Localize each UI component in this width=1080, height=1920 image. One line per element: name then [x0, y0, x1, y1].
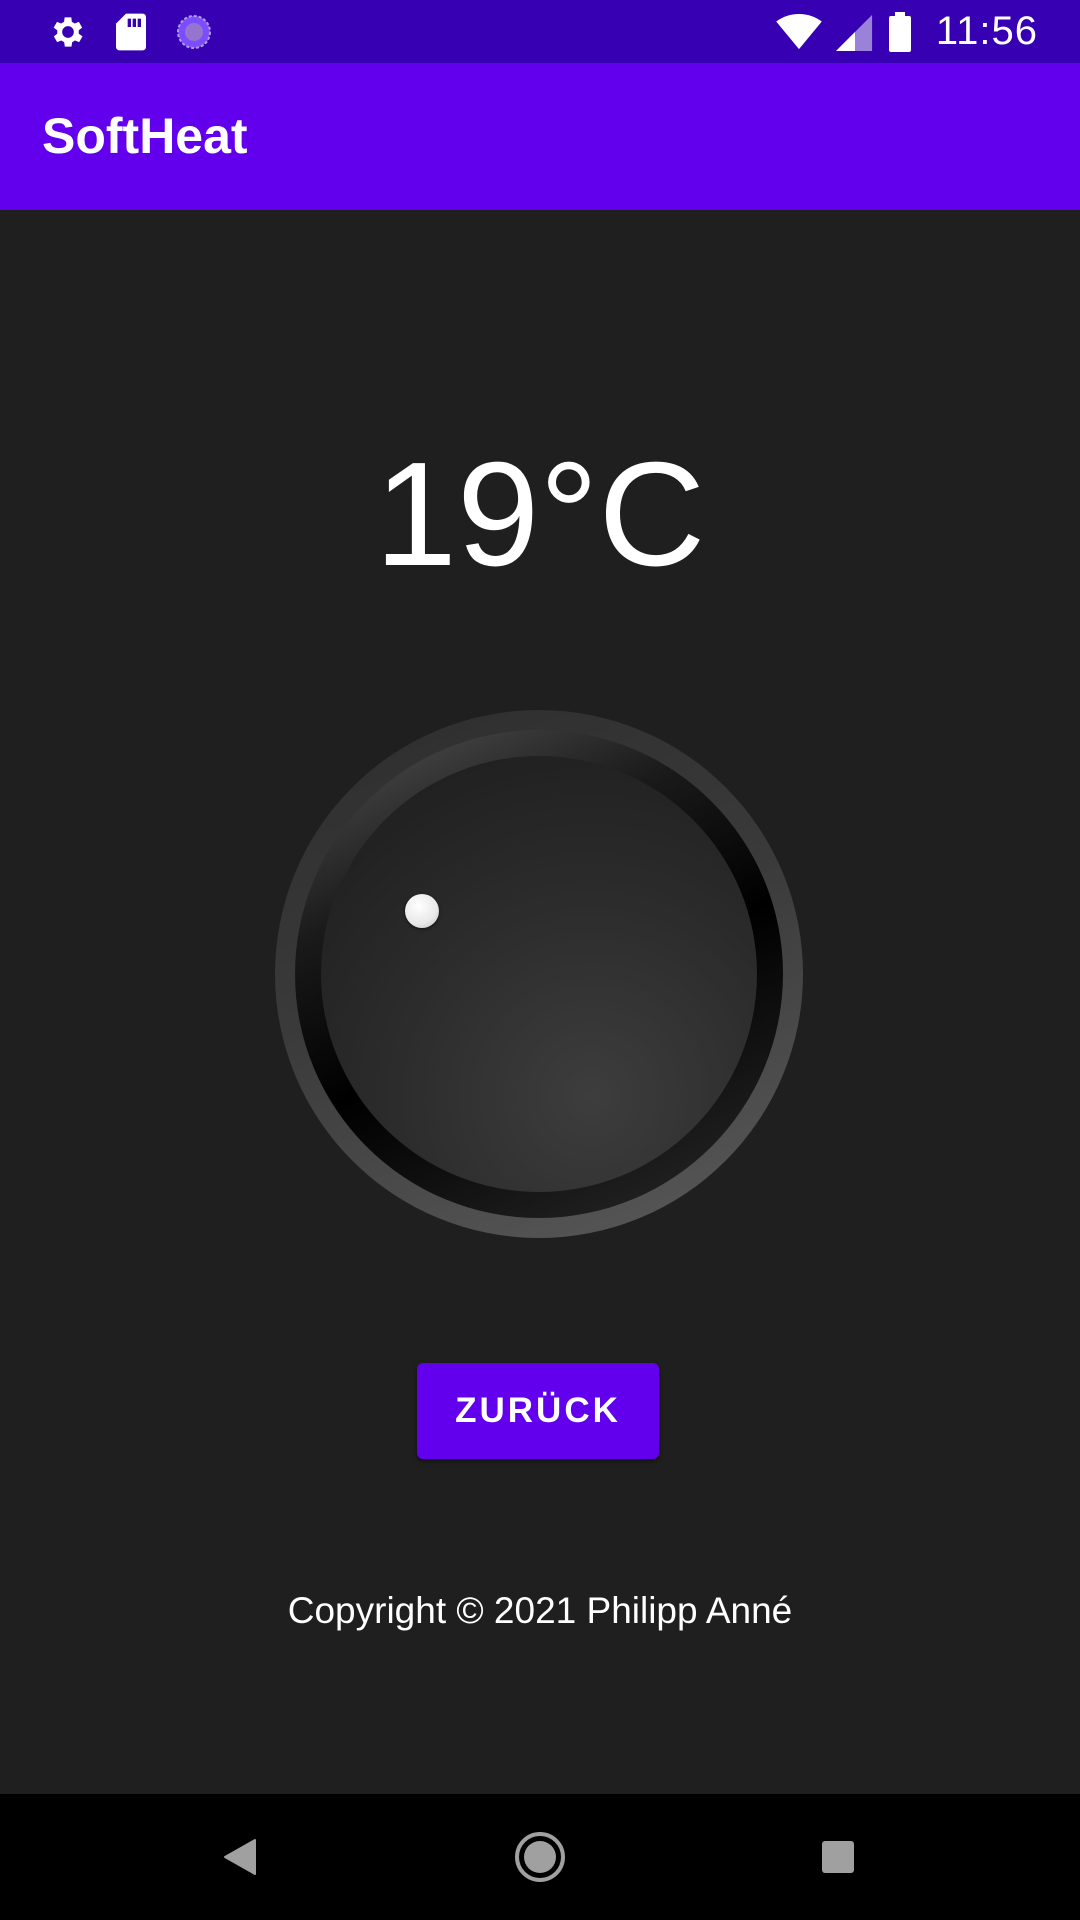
temperature-label: 19°C [374, 432, 706, 597]
copyright-text: Copyright © 2021 Philipp Anné [287, 1590, 793, 1631]
nav-back-button[interactable] [180, 1794, 300, 1920]
app-title: SoftHeat [42, 108, 248, 164]
temperature-knob[interactable] [275, 710, 803, 1238]
status-time: 11:56 [935, 9, 1038, 53]
battery-icon [888, 11, 912, 52]
nav-home-button[interactable] [480, 1794, 600, 1920]
back-button[interactable]: ZURÜCK [417, 1363, 659, 1459]
status-left-icons [48, 0, 214, 63]
knob-indicator-dot[interactable] [405, 894, 439, 928]
knob-icon[interactable] [321, 756, 757, 1192]
back-triangle-icon [223, 1838, 257, 1876]
knob-bezel [295, 730, 783, 1218]
sync-icon [174, 12, 214, 52]
home-circle-icon [514, 1831, 566, 1883]
settings-icon [48, 12, 88, 52]
sd-card-icon [114, 12, 148, 52]
nav-recents-button[interactable] [778, 1794, 898, 1920]
app-bar: SoftHeat [0, 63, 1080, 210]
status-right-icons: 11:56 [776, 0, 1038, 63]
recents-square-icon [821, 1840, 855, 1874]
navigation-bar [0, 1794, 1080, 1920]
cell-signal-icon [835, 13, 874, 51]
status-bar: 11:56 [0, 0, 1080, 63]
wifi-icon [776, 13, 822, 51]
